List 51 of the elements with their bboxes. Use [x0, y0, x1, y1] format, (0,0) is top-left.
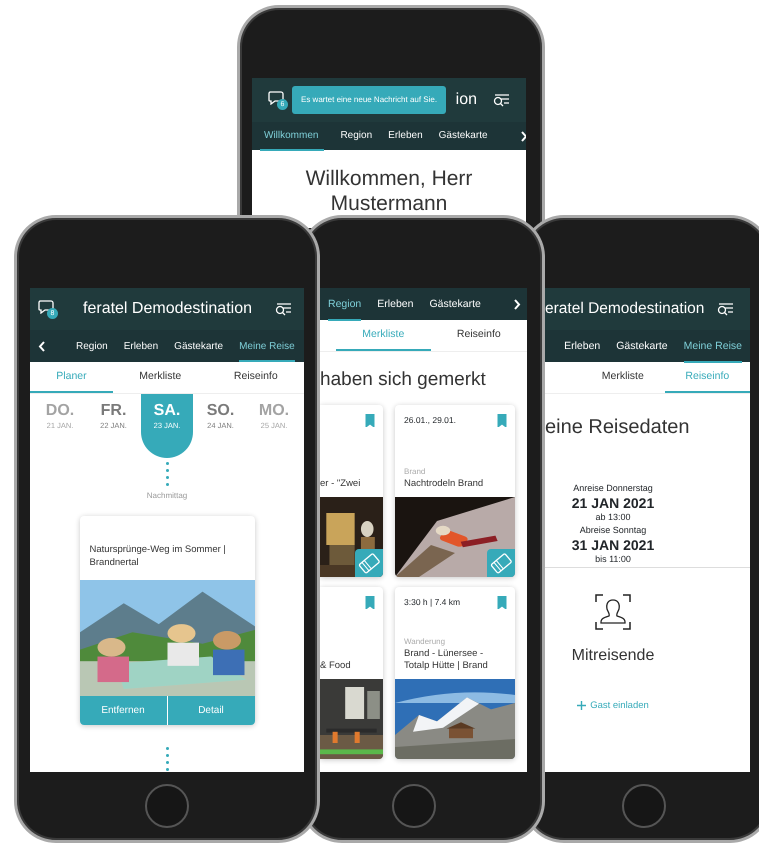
event-title: er - "Zwei — [320, 478, 362, 490]
day-name: SO. — [206, 402, 236, 420]
nav-tab[interactable]: Region — [76, 339, 108, 362]
day-name: FR. — [100, 402, 128, 420]
nav-tab[interactable]: Region — [340, 128, 372, 151]
nav-tab[interactable]: Erleben — [388, 128, 423, 151]
nav-tab[interactable]: Gästekarte — [429, 297, 481, 321]
nav-tab[interactable]: Gästekarte — [616, 339, 668, 363]
sub-tab[interactable]: Merkliste — [581, 362, 665, 393]
page-heading: haben sich gemerkt — [320, 368, 487, 392]
event-card[interactable]: 26.01., 29.01. Brand Nachtrodeln Brand — [395, 404, 515, 576]
sub-tab[interactable]: Merkliste — [112, 362, 208, 393]
page-heading: eine Reisedaten — [545, 415, 691, 440]
nav-tab[interactable]: Erleben — [564, 339, 600, 363]
event-title: Natursprünge-Weg im Sommer | Brandnertal — [88, 543, 227, 570]
event-meta: 3:30 h | 7.4 km — [404, 596, 460, 608]
notification-tooltip: Es wartet eine neue Nachricht auf Sie. — [292, 86, 446, 114]
sub-tab[interactable]: Reiseinfo — [430, 320, 527, 351]
nav-tab[interactable]: Willkommen — [260, 128, 324, 151]
nav-tab[interactable]: Meine Reise — [239, 339, 295, 362]
day-name: MO. — [258, 402, 290, 420]
event-category: Wanderung — [404, 636, 446, 648]
date-value: 21 JAN 2021 — [572, 496, 654, 511]
greeting-heading: Willkommen, Herr Mustermann — [304, 166, 474, 216]
app-title: ion — [456, 90, 477, 110]
nav-tab[interactable]: Gästekarte — [438, 128, 488, 151]
event-card[interactable]: & Food — [320, 586, 383, 758]
event-card[interactable]: 3:30 h | 7.4 km Wanderung Brand - Lünersee - Totalp Hütte | Brand — [395, 586, 515, 758]
event-card[interactable]: er - "Zwei — [320, 404, 383, 576]
nav-tab[interactable]: Region — [328, 297, 362, 321]
event-meta: 26.01., 29.01. — [404, 414, 456, 426]
app-title: feratel Demodestination — [83, 299, 252, 319]
time-value: bis 11:00 — [595, 553, 631, 566]
date-label: Abreise Sonntag — [580, 524, 646, 538]
nav-tab[interactable]: Erleben — [124, 339, 158, 362]
date-label: Anreise Donnerstag — [573, 482, 653, 495]
companions-heading: Mitreisende — [572, 646, 654, 666]
app-title: eratel Demodestination — [545, 299, 704, 320]
event-title: & Food — [320, 660, 352, 672]
event-title: Brand - Lünersee - Totalp Hütte | Brand — [404, 648, 489, 672]
day-name: SA. — [152, 402, 182, 420]
nav-tab[interactable]: Meine Reise — [684, 339, 742, 363]
nav-tab[interactable]: Erleben — [377, 297, 414, 321]
day-name: DO. — [44, 402, 76, 420]
event-category: Brand — [404, 466, 426, 478]
event-title: Nachtrodeln Brand — [404, 478, 484, 490]
time-slot-label: Nachmittag — [146, 490, 188, 502]
sub-tab[interactable]: Reiseinfo — [208, 362, 304, 393]
nav-tab[interactable]: Gästekarte — [174, 339, 224, 362]
time-value: ab 13:00 — [595, 510, 631, 524]
date-value: 31 JAN 2021 — [572, 538, 654, 554]
